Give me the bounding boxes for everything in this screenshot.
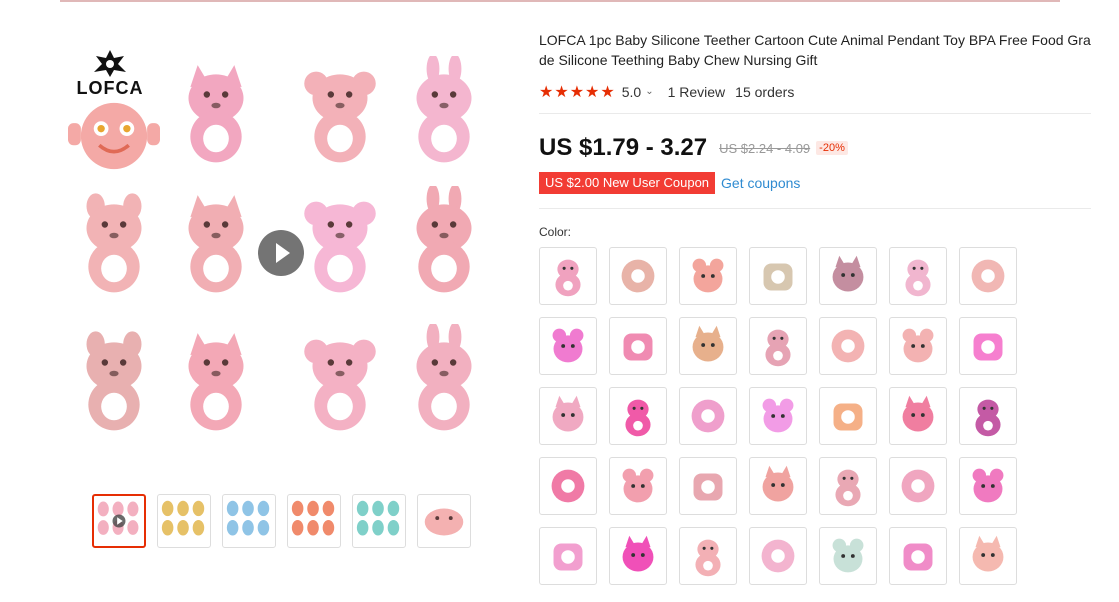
swatch-gift-box[interactable] xyxy=(749,247,807,305)
swatch-donut[interactable] xyxy=(539,317,597,375)
swatch-koala[interactable] xyxy=(539,387,597,445)
swatch-crown[interactable] xyxy=(889,247,947,305)
swatch-hamster[interactable] xyxy=(959,247,1017,305)
orders-count: 15 orders xyxy=(735,84,795,100)
chevron-down-icon[interactable]: ⌄ xyxy=(645,86,653,97)
swatch-camera[interactable] xyxy=(679,527,737,585)
swatch-owl-pink[interactable] xyxy=(889,387,947,445)
crown-teether-icon xyxy=(170,56,262,166)
rating-row: ★★★★★ 5.0 ⌄ 1 Review 15 orders xyxy=(539,82,1091,102)
reviews-link[interactable]: 1 Review xyxy=(668,84,726,100)
unicorn-teether-icon xyxy=(294,186,386,296)
face-teether-icon xyxy=(68,96,160,176)
thumb-blue-animals[interactable] xyxy=(222,494,276,548)
elephant-teether-icon xyxy=(170,324,262,434)
swatch-unicorn[interactable] xyxy=(959,457,1017,515)
swatch-raccoon[interactable] xyxy=(749,317,807,375)
swatch-bunny[interactable] xyxy=(749,527,807,585)
swatch-owl-purple[interactable] xyxy=(959,387,1017,445)
swatch-turtle[interactable] xyxy=(539,457,597,515)
swatch-baby-face[interactable] xyxy=(959,527,1017,585)
color-label: Color: xyxy=(539,225,572,239)
price-row: US $1.79 - 3.27 US $2.24 - 4.09 -20% xyxy=(539,133,1091,163)
thumb-pink-pig[interactable] xyxy=(417,494,471,548)
fox-teether-icon xyxy=(68,324,160,434)
divider xyxy=(539,208,1091,209)
current-price: US $1.79 - 3.27 xyxy=(539,134,708,161)
thumb-pineapples[interactable] xyxy=(352,494,406,548)
product-title: LOFCA 1pc Baby Silicone Teether Cartoon … xyxy=(539,32,1091,68)
original-price: US $2.24 - 4.09 xyxy=(719,140,811,156)
coupon-row: US $2.00 New User Coupon Get coupons xyxy=(539,172,1091,194)
swatch-crown-2[interactable] xyxy=(889,457,947,515)
cat-teether-icon xyxy=(294,324,386,434)
thumb-giraffes[interactable] xyxy=(157,494,211,548)
rating-stars: ★★★★★ xyxy=(539,84,616,101)
swatch-octopus[interactable] xyxy=(609,527,667,585)
swatch-giraffe[interactable] xyxy=(539,247,597,305)
swatch-circle[interactable] xyxy=(749,457,807,515)
swatch-deer-ring[interactable] xyxy=(679,317,737,375)
swatch-elephant-yellow[interactable] xyxy=(819,387,877,445)
play-video-button[interactable] xyxy=(258,230,304,276)
raccoon-teether-icon xyxy=(68,186,160,296)
brand-logo-icon xyxy=(94,50,126,77)
turtle-teether-icon xyxy=(398,186,490,296)
swatch-cat[interactable] xyxy=(679,387,737,445)
color-swatch-grid xyxy=(539,247,1091,585)
get-coupons-link[interactable]: Get coupons xyxy=(721,175,800,191)
swatch-owl-small[interactable] xyxy=(819,317,877,375)
main-product-image[interactable]: LOFCA xyxy=(62,46,502,446)
mouse-teether-icon xyxy=(170,186,262,296)
new-user-coupon-badge: US $2.00 New User Coupon xyxy=(539,172,716,194)
swatch-pineapple[interactable] xyxy=(609,317,667,375)
beaver-teether-icon xyxy=(294,56,386,166)
thumb-collage[interactable] xyxy=(92,494,146,548)
swatch-elephant-unicorn[interactable] xyxy=(819,247,877,305)
product-info: LOFCA 1pc Baby Silicone Teether Cartoon … xyxy=(539,30,1091,585)
thumb-mixed-animals[interactable] xyxy=(287,494,341,548)
swatch-slipper[interactable] xyxy=(539,527,597,585)
swatch-seahorse[interactable] xyxy=(609,387,667,445)
swatch-mouse[interactable] xyxy=(609,247,667,305)
divider xyxy=(539,113,1091,114)
rating-value[interactable]: 5.0 xyxy=(622,84,641,100)
swatch-teapot[interactable] xyxy=(819,527,877,585)
brand-logo: LOFCA xyxy=(70,48,150,98)
swatch-egg[interactable] xyxy=(749,387,807,445)
discount-badge: -20% xyxy=(816,141,848,155)
koala-teether-icon xyxy=(398,324,490,434)
swatch-kitten[interactable] xyxy=(679,457,737,515)
thumbnail-strip xyxy=(92,494,471,548)
swatch-face[interactable] xyxy=(679,247,737,305)
bunny-teether-icon xyxy=(398,56,490,166)
swatch-beaver[interactable] xyxy=(889,317,947,375)
swatch-elephants[interactable] xyxy=(959,317,1017,375)
top-divider xyxy=(60,0,1060,2)
swatch-turtle-2[interactable] xyxy=(609,457,667,515)
swatch-fox[interactable] xyxy=(819,457,877,515)
swatch-hand[interactable] xyxy=(889,527,947,585)
